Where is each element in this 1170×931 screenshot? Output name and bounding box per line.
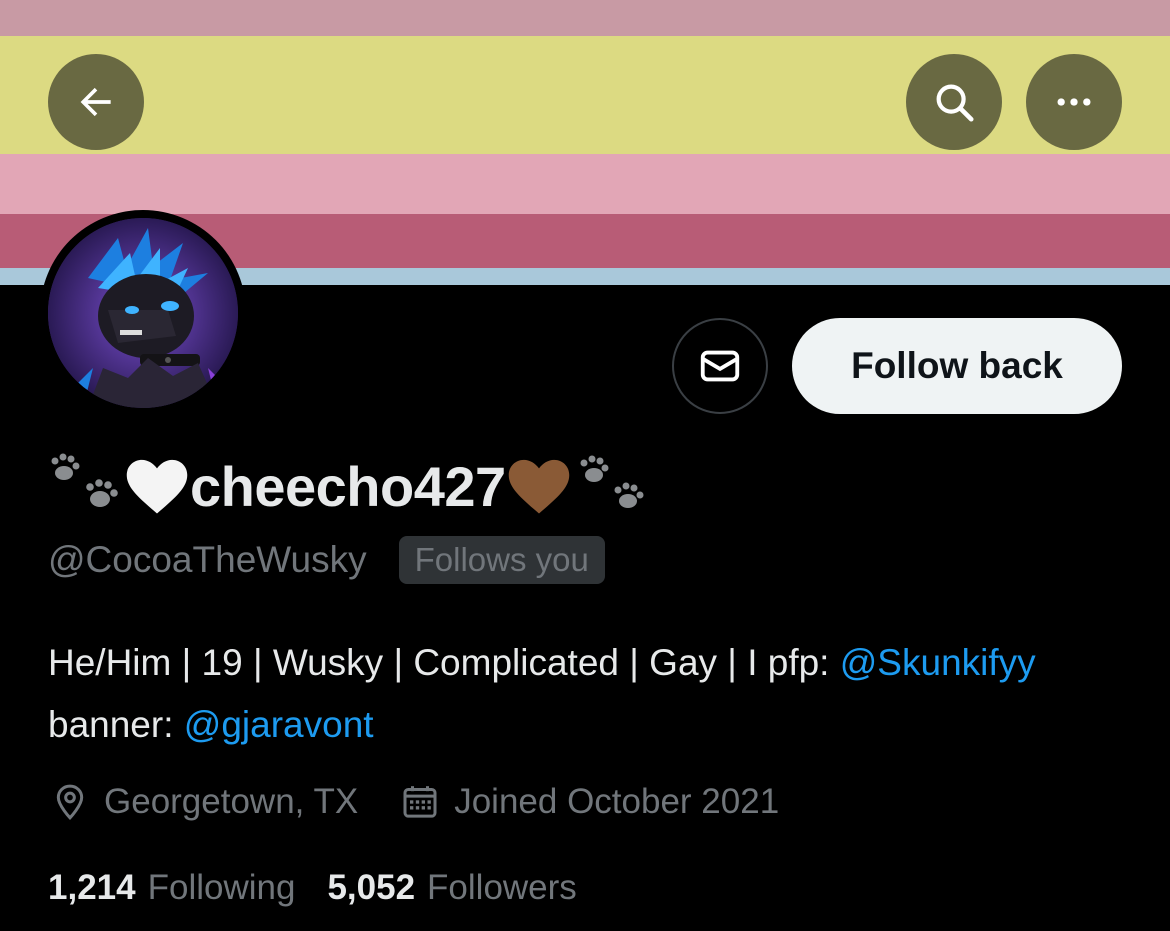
back-button[interactable] xyxy=(48,54,144,150)
follows-you-badge: Follows you xyxy=(398,536,605,584)
followers-link[interactable]: 5,052 Followers xyxy=(327,868,576,908)
avatar-image xyxy=(48,218,238,408)
more-button[interactable] xyxy=(1026,54,1122,150)
envelope-icon xyxy=(700,350,740,382)
bio-text: banner: xyxy=(48,704,184,745)
bio-text: He/Him | 19 | Wusky | Complicated | Gay … xyxy=(48,642,840,683)
calendar-icon xyxy=(400,782,440,822)
location-pin-icon xyxy=(50,782,90,822)
profile-bio: He/Him | 19 | Wusky | Complicated | Gay … xyxy=(48,632,1128,756)
brown-heart-icon xyxy=(506,455,572,517)
location: Georgetown, TX xyxy=(50,782,358,822)
search-icon xyxy=(936,84,974,122)
follow-back-button[interactable]: Follow back xyxy=(792,318,1122,414)
banner-stripe xyxy=(0,0,1170,36)
following-link[interactable]: 1,214 Following xyxy=(48,868,295,908)
avatar[interactable] xyxy=(40,210,246,416)
bio-mention-link[interactable]: @Skunkifyy xyxy=(840,642,1036,683)
avatar-artwork xyxy=(48,218,238,408)
profile-meta: Georgetown, TX Joined October 2021 xyxy=(50,778,779,826)
search-button[interactable] xyxy=(906,54,1002,150)
banner-stripe xyxy=(0,154,1170,214)
handle-row: @CocoaTheWusky Follows you xyxy=(48,532,605,588)
message-button[interactable] xyxy=(672,318,768,414)
join-date-text: Joined October 2021 xyxy=(454,782,780,821)
following-label: Following xyxy=(147,868,296,907)
followers-label: Followers xyxy=(427,868,577,907)
arrow-left-icon xyxy=(80,87,111,117)
display-name-row: cheecho427 xyxy=(48,446,648,526)
followers-count: 5,052 xyxy=(327,868,416,907)
follow-stats: 1,214 Following 5,052 Followers xyxy=(48,864,577,912)
location-text: Georgetown, TX xyxy=(104,782,359,821)
more-horizontal-icon xyxy=(1057,98,1091,106)
white-heart-icon xyxy=(124,455,190,517)
bio-mention-link[interactable]: @gjaravont xyxy=(184,704,374,745)
display-name: cheecho427 xyxy=(190,454,506,518)
paw-prints-icon xyxy=(572,451,648,521)
paw-prints-icon xyxy=(48,451,124,521)
following-count: 1,214 xyxy=(48,868,136,907)
join-date: Joined October 2021 xyxy=(400,782,779,822)
username-handle: @CocoaTheWusky xyxy=(48,539,367,580)
